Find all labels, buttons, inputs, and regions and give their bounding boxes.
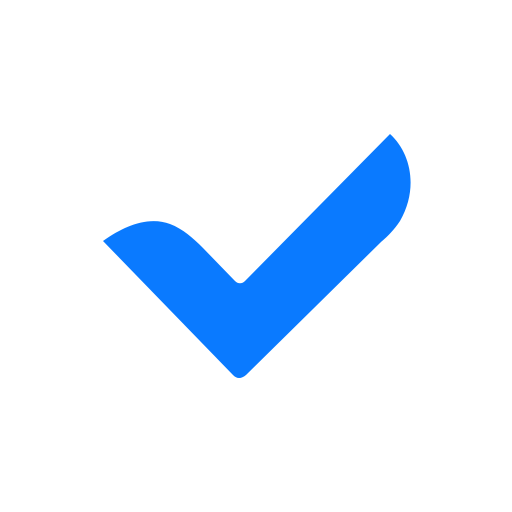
checkmark-shape <box>103 134 411 378</box>
icon-canvas <box>0 0 512 512</box>
checkmark-icon <box>103 134 411 378</box>
